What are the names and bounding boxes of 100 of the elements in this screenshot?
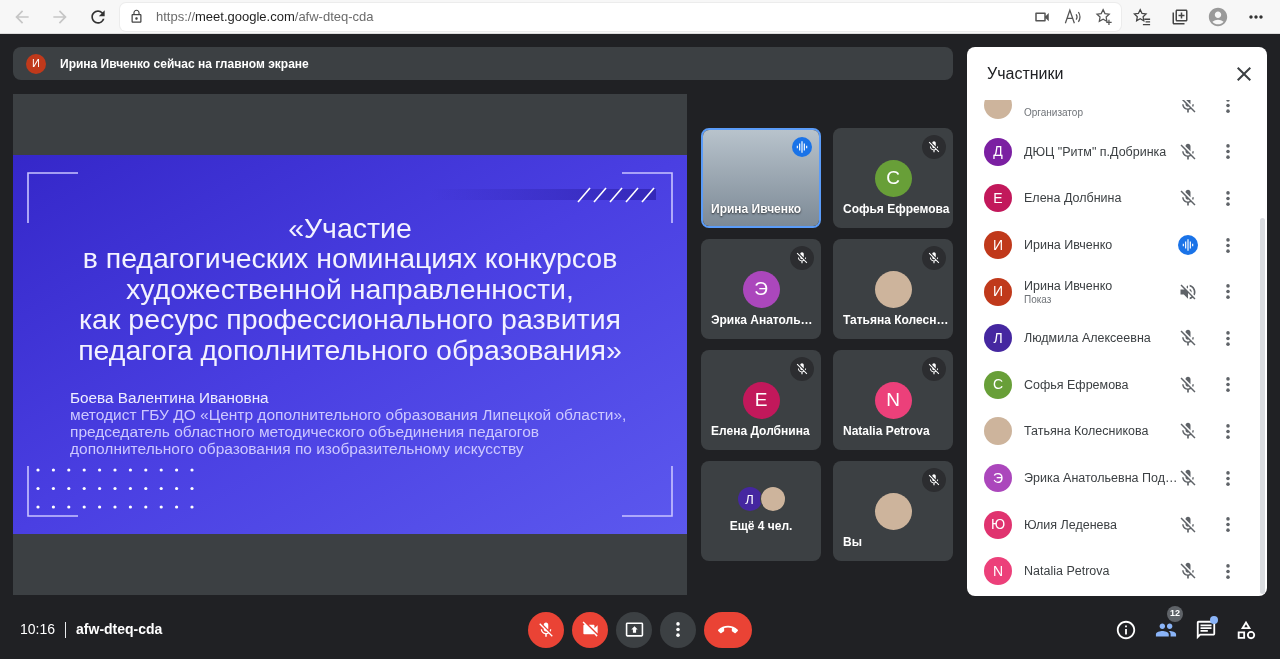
present-screen-icon bbox=[624, 620, 644, 639]
profile-avatar-icon[interactable] bbox=[1207, 5, 1229, 28]
participant-name: Ирина Ивченко bbox=[711, 200, 802, 218]
avatar-initial: N bbox=[984, 557, 1012, 586]
avatar-initial: Э bbox=[742, 270, 780, 308]
participant-name: Татьяна Колесникова bbox=[1024, 423, 1150, 440]
participant-row[interactable]: С Софья Ефремова bbox=[967, 361, 1267, 409]
url-text[interactable]: https://meet.google.com/afw-dteq-cda bbox=[156, 6, 374, 27]
avatar-initial: Л bbox=[984, 324, 1012, 353]
more-options-icon[interactable] bbox=[1226, 423, 1230, 439]
participant-name: Людмила Алексеевна bbox=[1024, 330, 1152, 347]
participant-name: Софья Ефремова bbox=[842, 201, 950, 217]
participant-name: Юлия Леденева bbox=[1024, 516, 1119, 533]
participant-name: ДЮЦ "Ритм" п.Добринка bbox=[1024, 143, 1168, 160]
slide-author: Боева Валентина Ивановна bbox=[70, 389, 270, 407]
participant-name: Софья Ефремова bbox=[1024, 376, 1130, 393]
more-vert-icon bbox=[676, 622, 680, 637]
participant-row[interactable]: N Natalia Petrova bbox=[967, 547, 1267, 595]
address-bar[interactable]: https://meet.google.com/afw-dteq-cda bbox=[120, 2, 1121, 31]
read-aloud-icon[interactable] bbox=[1064, 8, 1082, 25]
participant-row[interactable]: Ю Юлия Леденева bbox=[967, 501, 1267, 548]
slide-author-position: методист ГБУ ДО «Центр дополнительного образования Липецкой области», председатель областного методического объединения педагогов дополнительного образования по изобразительному искусству bbox=[70, 406, 628, 458]
participant-tile[interactable]: С Софья Ефремова bbox=[833, 127, 953, 228]
corner-bracket bbox=[27, 465, 79, 518]
avatar-photo-placeholder bbox=[984, 100, 1012, 120]
more-options-icon[interactable] bbox=[1226, 517, 1230, 533]
participant-name: Вы bbox=[842, 535, 862, 551]
participant-tile[interactable]: Татьяна Колесн… bbox=[833, 238, 953, 339]
banner-text: Ирина Ивченко сейчас на главном экране bbox=[60, 55, 309, 73]
end-call-button[interactable] bbox=[704, 611, 752, 648]
scrollbar-thumb[interactable] bbox=[1260, 218, 1265, 594]
more-options-icon[interactable] bbox=[1226, 191, 1230, 206]
participant-name: Ирина Ивченко bbox=[1024, 237, 1114, 254]
favorites-star-icon[interactable] bbox=[1133, 7, 1151, 26]
more-options-icon[interactable] bbox=[1226, 470, 1230, 486]
meeting-time: 10:16 bbox=[20, 620, 56, 639]
participant-row[interactable]: Л Людмила Алексеевна bbox=[967, 314, 1267, 362]
participant-count-badge: 12 bbox=[1167, 605, 1183, 622]
participant-name: Natalia Petrova bbox=[842, 424, 930, 440]
corner-bracket bbox=[621, 465, 673, 518]
mic-off-icon bbox=[537, 620, 555, 639]
participant-name: Ирина Ивченко bbox=[1024, 277, 1114, 294]
participant-row[interactable]: И Ирина Ивченко bbox=[967, 221, 1267, 269]
participant-name: Татьяна Колесн… bbox=[842, 312, 949, 328]
more-options-icon[interactable] bbox=[1226, 377, 1230, 393]
participant-tile[interactable]: Вы bbox=[833, 461, 953, 562]
participant-name: Natalia Petrova bbox=[1024, 563, 1111, 580]
more-options-icon[interactable] bbox=[1226, 100, 1230, 113]
slide-title: «Участие в педагогических номинациях конкурсов художественной направленности, как ресурс профессионального развития педагога дополнительного образования» bbox=[77, 212, 623, 366]
avatar-initial: Ю bbox=[984, 510, 1012, 539]
present-screen-button[interactable] bbox=[616, 611, 652, 648]
avatar-initial: И bbox=[984, 277, 1012, 306]
corner-bracket bbox=[27, 171, 79, 224]
lock-icon[interactable] bbox=[129, 9, 144, 24]
more-participants-tile[interactable]: Л Ещё 4 чел. bbox=[701, 461, 821, 562]
participant-row[interactable]: Организатор bbox=[967, 100, 1267, 129]
more-options-icon[interactable] bbox=[1226, 237, 1230, 253]
more-options-icon[interactable] bbox=[1226, 563, 1230, 579]
participant-name: Елена Долбнина bbox=[710, 424, 810, 440]
avatar-initial: И bbox=[26, 53, 46, 74]
participant-row[interactable]: И Ирина Ивченко Показ bbox=[967, 268, 1267, 315]
collections-icon[interactable] bbox=[1171, 7, 1189, 26]
avatar-photo-placeholder bbox=[874, 493, 912, 531]
microphone-button[interactable] bbox=[528, 611, 564, 648]
participant-name: Эрика Анатоль… bbox=[710, 312, 813, 328]
participant-tile[interactable]: N Natalia Petrova bbox=[833, 350, 953, 451]
participant-row[interactable]: Татьяна Колесникова bbox=[967, 408, 1267, 455]
avatar-initial: С bbox=[984, 370, 1012, 399]
corner-bracket bbox=[621, 171, 673, 224]
more-options-icon[interactable] bbox=[1226, 284, 1230, 300]
participant-tile[interactable]: Э Эрика Анатоль… bbox=[701, 238, 821, 339]
participant-role: Показ bbox=[1024, 293, 1053, 306]
avatar-initial: Е bbox=[984, 184, 1012, 213]
participant-row[interactable]: Э Эрика Анатольевна Под… bbox=[967, 454, 1267, 502]
avatar-photo-placeholder bbox=[760, 487, 785, 512]
avatar-initial: Д bbox=[984, 137, 1012, 166]
avatar-photo-placeholder bbox=[874, 270, 912, 308]
avatar-initial: Э bbox=[984, 464, 1012, 493]
camera-off-icon bbox=[580, 620, 600, 639]
participant-role: Организатор bbox=[1024, 107, 1084, 120]
avatar-initial: С bbox=[874, 159, 912, 197]
camera-button[interactable] bbox=[572, 611, 608, 648]
participant-tile[interactable]: Е Елена Долбнина bbox=[701, 350, 821, 451]
meeting-code: afw-dteq-cda bbox=[76, 620, 163, 639]
add-favorite-star-icon[interactable] bbox=[1095, 7, 1113, 26]
participant-name: Эрика Анатольевна Под… bbox=[1024, 470, 1178, 487]
more-participants-label: Ещё 4 чел. bbox=[729, 519, 793, 535]
panel-title: Участники bbox=[987, 63, 1064, 84]
chat-icon bbox=[1195, 618, 1217, 641]
avatar-initial: И bbox=[984, 231, 1012, 260]
avatar-initial: Е bbox=[742, 382, 780, 420]
more-options-icon[interactable] bbox=[1226, 144, 1230, 160]
avatar-initial: N bbox=[874, 382, 912, 420]
avatar-initial: Л bbox=[737, 487, 762, 512]
more-options-icon[interactable] bbox=[1226, 330, 1230, 346]
participant-row[interactable]: Д ДЮЦ "Ритм" п.Добринка bbox=[967, 128, 1267, 176]
more-options-button[interactable] bbox=[660, 611, 696, 648]
participant-name: Елена Долбнина bbox=[1024, 190, 1123, 207]
info-icon bbox=[1115, 618, 1137, 641]
participant-row[interactable]: Е Елена Долбнина bbox=[967, 175, 1267, 222]
